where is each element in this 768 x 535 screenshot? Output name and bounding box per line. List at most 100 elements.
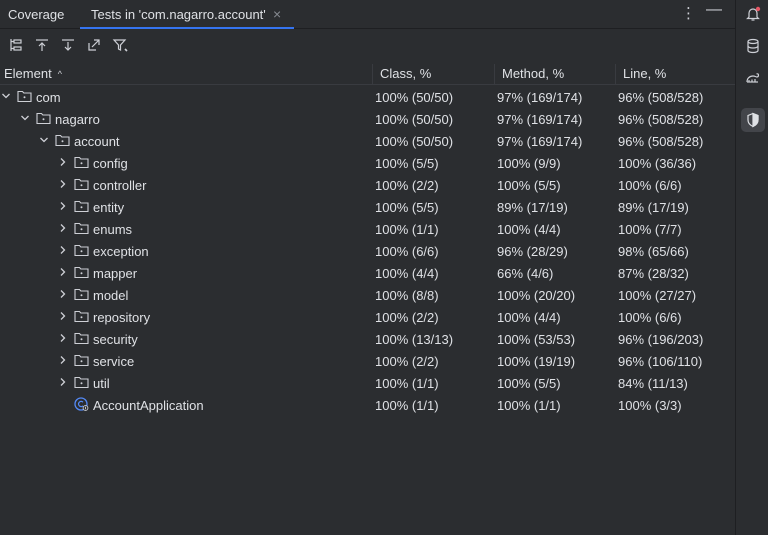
tree-row-nagarro[interactable]: nagarro 100% (50/50) 97% (169/174) 96% (508… bbox=[0, 108, 735, 130]
filter-icon[interactable] bbox=[112, 37, 128, 53]
tree-row-exception[interactable]: exception 100% (6/6) 96% (28/29) 98% (65/66… bbox=[0, 240, 735, 262]
element-name: config bbox=[93, 156, 128, 171]
chevron-right-icon[interactable] bbox=[58, 311, 68, 321]
chevron-down-icon[interactable] bbox=[39, 135, 49, 145]
active-tab-indicator bbox=[80, 27, 294, 29]
tab-tests-in-account[interactable]: Tests in 'com.nagarro.account' × bbox=[80, 0, 294, 29]
line-coverage: 100% (6/6) bbox=[618, 310, 682, 325]
class-coverage: 100% (1/1) bbox=[375, 376, 439, 391]
tree-row-model[interactable]: model 100% (8/8) 100% (20/20) 100% (27/27) bbox=[0, 284, 735, 306]
package-folder-icon bbox=[74, 265, 89, 279]
tree-row-config[interactable]: config 100% (5/5) 100% (9/9) 100% (36/36) bbox=[0, 152, 735, 174]
method-coverage: 89% (17/19) bbox=[497, 200, 568, 215]
chevron-right-icon[interactable] bbox=[58, 245, 68, 255]
line-coverage: 96% (508/528) bbox=[618, 112, 704, 127]
chevron-right-icon[interactable] bbox=[58, 223, 68, 233]
tree-row-entity[interactable]: entity 100% (5/5) 89% (17/19) 89% (17/19) bbox=[0, 196, 735, 218]
method-coverage: 100% (1/1) bbox=[497, 398, 561, 413]
class-coverage: 100% (1/1) bbox=[375, 398, 439, 413]
package-folder-icon bbox=[74, 177, 89, 191]
line-coverage: 84% (11/13) bbox=[618, 376, 688, 391]
method-coverage: 97% (169/174) bbox=[497, 90, 583, 105]
element-name: mapper bbox=[93, 266, 138, 281]
coverage-tool-window: Coverage Tests in 'com.nagarro.account' … bbox=[0, 0, 768, 535]
notifications-icon[interactable] bbox=[741, 2, 765, 26]
method-coverage: 96% (28/29) bbox=[497, 244, 568, 259]
tree-row-account[interactable]: account 100% (50/50) 97% (169/174) 96% (508… bbox=[0, 130, 735, 152]
chevron-right-icon[interactable] bbox=[58, 179, 68, 189]
chevron-down-icon[interactable] bbox=[20, 113, 30, 123]
package-folder-icon bbox=[74, 309, 89, 323]
tree-row-util[interactable]: util 100% (1/1) 100% (5/5) 84% (11/13) bbox=[0, 372, 735, 394]
method-coverage: 97% (169/174) bbox=[497, 112, 583, 127]
element-name: security bbox=[93, 332, 138, 347]
column-element[interactable]: Element ^ bbox=[4, 62, 62, 85]
column-divider[interactable] bbox=[494, 64, 495, 84]
tree-row-accountapplication[interactable]: AccountApplication 100% (1/1) 100% (1/1) 10… bbox=[0, 394, 735, 416]
element-name: entity bbox=[93, 200, 125, 215]
tree-row-service[interactable]: service 100% (2/2) 100% (19/19) 96% (106/11… bbox=[0, 350, 735, 372]
package-folder-icon bbox=[55, 133, 70, 147]
element-name: model bbox=[93, 288, 129, 303]
import-icon[interactable] bbox=[34, 37, 50, 53]
chevron-right-icon[interactable] bbox=[58, 267, 68, 277]
line-coverage: 100% (6/6) bbox=[618, 178, 682, 193]
element-name: AccountApplication bbox=[93, 398, 204, 413]
line-coverage: 87% (28/32) bbox=[618, 266, 689, 281]
options-menu-icon[interactable]: ⋮ bbox=[681, 4, 696, 22]
export-icon[interactable] bbox=[60, 37, 76, 53]
database-icon[interactable] bbox=[741, 34, 765, 58]
chevron-right-icon[interactable] bbox=[58, 377, 68, 387]
tree-row-repository[interactable]: repository 100% (2/2) 100% (4/4) 100% (6/6) bbox=[0, 306, 735, 328]
chevron-right-icon[interactable] bbox=[58, 289, 68, 299]
column-divider[interactable] bbox=[615, 64, 616, 84]
package-folder-icon bbox=[74, 353, 89, 367]
column-method[interactable]: Method, % bbox=[502, 62, 564, 85]
gradle-icon[interactable] bbox=[741, 66, 765, 90]
package-folder-icon bbox=[74, 221, 89, 235]
line-coverage: 100% (27/27) bbox=[618, 288, 697, 303]
element-name: nagarro bbox=[55, 112, 100, 127]
class-coverage: 100% (50/50) bbox=[375, 134, 454, 149]
class-coverage: 100% (8/8) bbox=[375, 288, 439, 303]
package-folder-icon bbox=[74, 243, 89, 257]
spring-class-icon bbox=[74, 397, 89, 411]
class-coverage: 100% (50/50) bbox=[375, 90, 454, 105]
chevron-right-icon[interactable] bbox=[58, 157, 68, 167]
flatten-packages-icon[interactable] bbox=[8, 37, 24, 53]
column-method-label: Method, % bbox=[502, 66, 565, 81]
chevron-down-icon[interactable] bbox=[1, 91, 11, 101]
minimize-icon[interactable]: — bbox=[706, 1, 722, 19]
tree-row-enums[interactable]: enums 100% (1/1) 100% (4/4) 100% (7/7) bbox=[0, 218, 735, 240]
class-coverage: 100% (4/4) bbox=[375, 266, 439, 281]
sort-ascending-icon: ^ bbox=[57, 69, 62, 79]
method-coverage: 66% (4/6) bbox=[497, 266, 554, 281]
navigate-icon[interactable] bbox=[86, 37, 102, 53]
tree-row-security[interactable]: security 100% (13/13) 100% (53/53) 96% (196… bbox=[0, 328, 735, 350]
line-coverage: 96% (196/203) bbox=[618, 332, 704, 347]
chevron-right-icon[interactable] bbox=[58, 201, 68, 211]
tree-row-mapper[interactable]: mapper 100% (4/4) 66% (4/6) 87% (28/32) bbox=[0, 262, 735, 284]
method-coverage: 100% (53/53) bbox=[497, 332, 576, 347]
column-class[interactable]: Class, % bbox=[380, 62, 431, 85]
package-folder-icon bbox=[74, 287, 89, 301]
line-coverage: 100% (3/3) bbox=[618, 398, 682, 413]
chevron-right-icon[interactable] bbox=[58, 355, 68, 365]
element-name: service bbox=[93, 354, 135, 369]
package-folder-icon bbox=[74, 155, 89, 169]
element-name: repository bbox=[93, 310, 151, 325]
close-tab-icon[interactable]: × bbox=[273, 6, 281, 22]
class-coverage: 100% (2/2) bbox=[375, 354, 439, 369]
tree-row-controller[interactable]: controller 100% (2/2) 100% (5/5) 100% (6/6) bbox=[0, 174, 735, 196]
method-coverage: 100% (4/4) bbox=[497, 222, 561, 237]
coverage-shield-icon[interactable] bbox=[741, 108, 765, 132]
method-coverage: 100% (9/9) bbox=[497, 156, 561, 171]
tree-row-com[interactable]: com 100% (50/50) 97% (169/174) 96% (508/528… bbox=[0, 86, 735, 108]
column-divider[interactable] bbox=[372, 64, 373, 84]
chevron-right-icon[interactable] bbox=[58, 333, 68, 343]
column-line-label: Line, % bbox=[623, 66, 667, 81]
element-name: com bbox=[36, 90, 61, 105]
element-name: controller bbox=[93, 178, 147, 193]
method-coverage: 100% (5/5) bbox=[497, 178, 561, 193]
column-line[interactable]: Line, % bbox=[623, 62, 666, 85]
